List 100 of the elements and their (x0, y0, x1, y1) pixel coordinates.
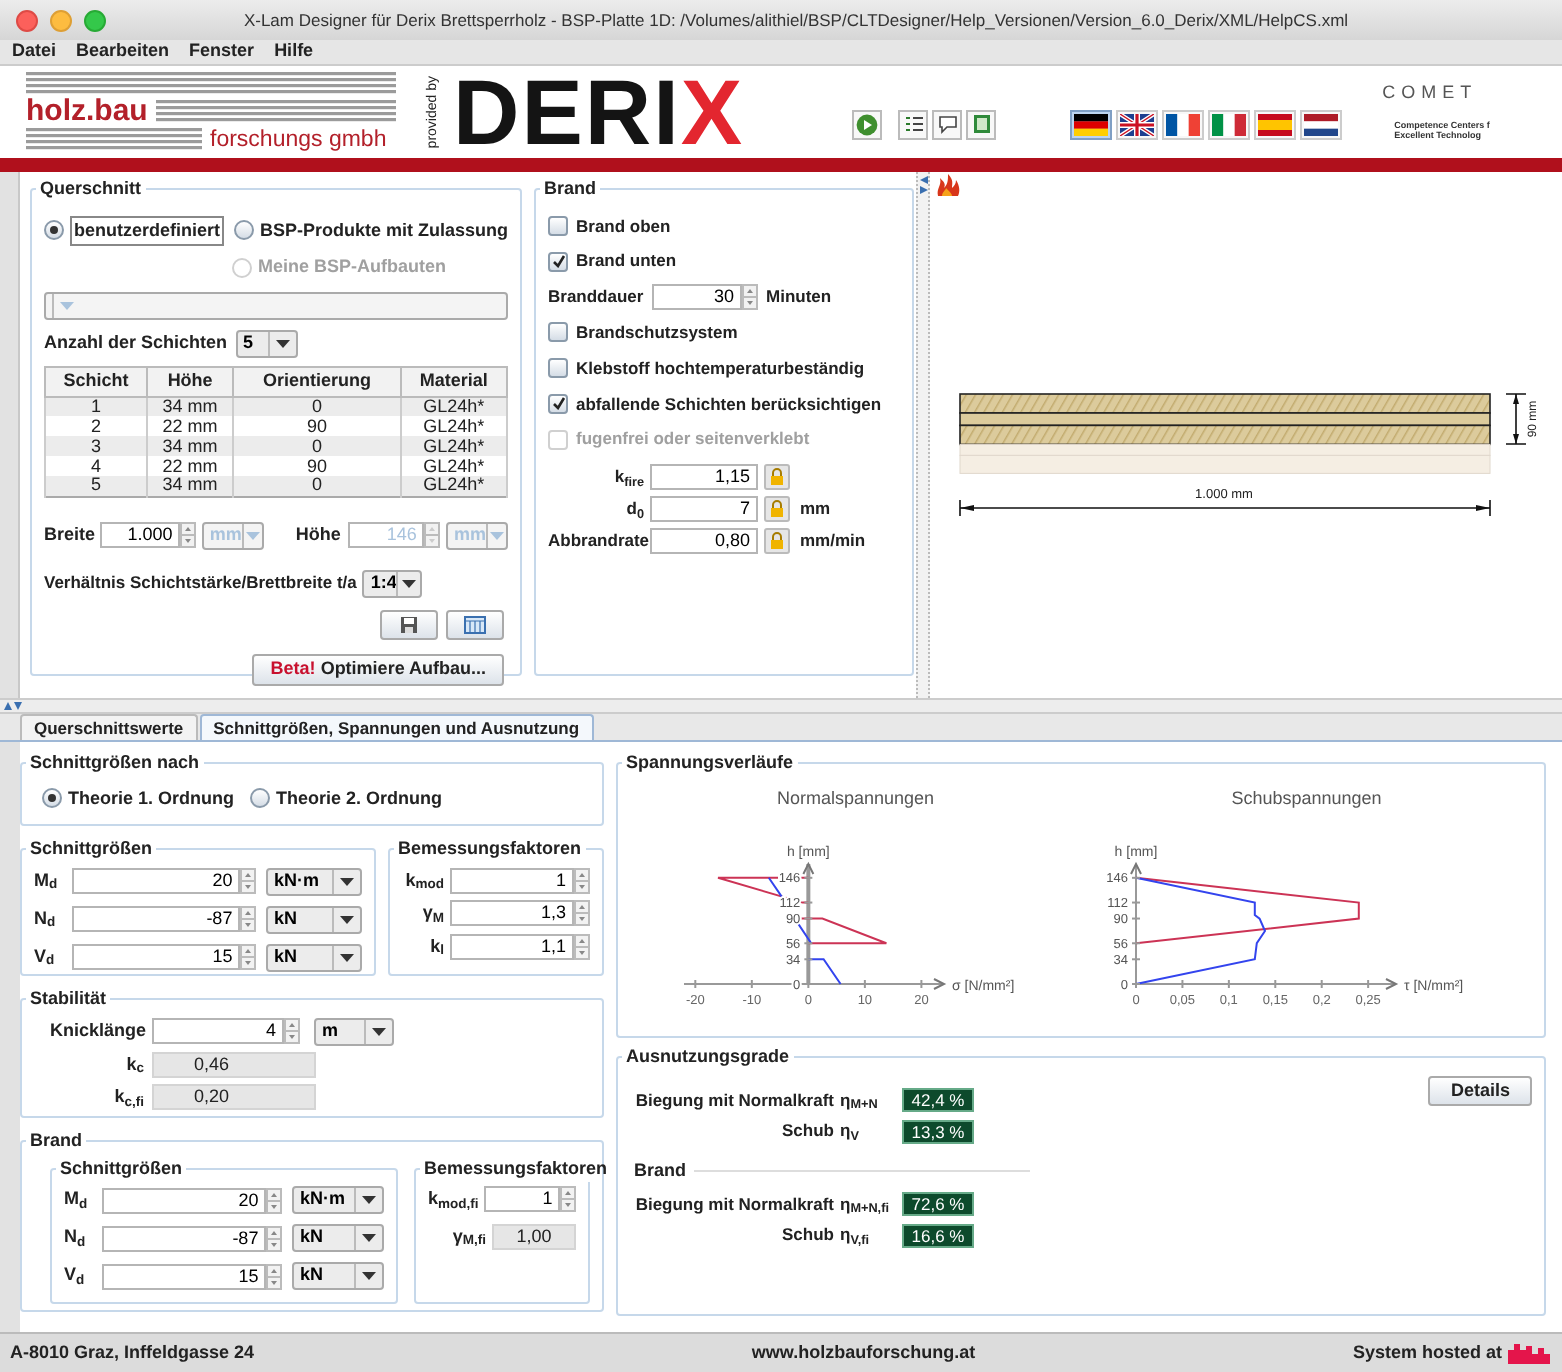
spinner-icon[interactable] (574, 867, 590, 894)
number-field[interactable]: 20 (72, 868, 241, 894)
number-field[interactable]: 4 (152, 1018, 284, 1044)
radio-button[interactable] (250, 788, 271, 809)
readout-value: 1,00 (492, 1223, 576, 1250)
caret-icon (60, 301, 74, 309)
symbol-label: γ$_{M,fi}$ (450, 1223, 487, 1250)
spinner-icon[interactable] (742, 284, 758, 310)
flag-button[interactable] (1070, 109, 1113, 139)
number-field[interactable]: 1,15 (650, 464, 758, 490)
dropdown[interactable]: m (314, 1017, 394, 1045)
flag-button[interactable] (1162, 109, 1205, 139)
number-field[interactable]: 30 (652, 284, 742, 310)
close-icon[interactable] (16, 9, 38, 31)
dropdown[interactable]: kN·m (292, 1186, 384, 1214)
number-field[interactable]: -87 (102, 1225, 267, 1251)
speech-bubble-button[interactable] (932, 109, 963, 139)
radio-button[interactable] (44, 220, 64, 241)
group-title: Brand (28, 1128, 85, 1154)
dropdown[interactable]: kN (292, 1224, 384, 1252)
spinner-icon[interactable] (266, 1225, 283, 1251)
menu-item[interactable]: Bearbeiten (76, 38, 170, 66)
collapse-arrows-icon[interactable] (4, 702, 24, 710)
number-field[interactable]: 20 (102, 1187, 267, 1213)
spinner-icon[interactable] (560, 1186, 577, 1213)
number-field[interactable]: 7 (650, 496, 758, 522)
menu-item[interactable]: Datei (12, 38, 57, 66)
checkbox[interactable] (548, 215, 568, 236)
maximize-icon[interactable] (84, 9, 106, 31)
sheet-button[interactable] (966, 109, 997, 139)
checkbox[interactable] (548, 358, 568, 379)
fire-icon[interactable] (936, 174, 960, 196)
spinner-icon[interactable] (180, 522, 197, 548)
holzbau-logo-subtext: forschungs gmbh (210, 128, 387, 152)
y-axis (802, 861, 815, 984)
dropdown[interactable]: kN·m (266, 867, 362, 895)
spinner-icon[interactable] (424, 522, 441, 548)
number-field[interactable]: 0,80 (650, 528, 758, 554)
menu-item[interactable]: Fenster (189, 38, 255, 66)
dropdown[interactable]: kN (292, 1262, 384, 1290)
number-field[interactable]: 1.000 (100, 522, 181, 548)
number-field[interactable]: 15 (72, 944, 241, 970)
spinner-icon[interactable] (574, 933, 590, 960)
collapse-arrows-icon[interactable] (919, 176, 927, 194)
checkbox[interactable] (548, 393, 568, 414)
status-link[interactable]: www.holzbauforschung.at (751, 1339, 976, 1367)
table-icon (464, 615, 486, 633)
symbol-label: M$_{d}$ (34, 867, 60, 895)
flag-button[interactable] (1300, 109, 1343, 139)
checkbox[interactable] (548, 322, 568, 343)
column-header: Höhe (146, 366, 234, 396)
column-header: Schicht (45, 366, 147, 396)
spinner-icon[interactable] (284, 1018, 300, 1044)
checkbox-label: Klebstoff hochtemperaturbeständig (576, 355, 865, 381)
flag-button[interactable] (1254, 109, 1297, 139)
spinner-icon[interactable] (240, 906, 257, 932)
number-field[interactable]: 1 (484, 1186, 561, 1213)
spinner-icon[interactable] (266, 1263, 283, 1289)
spinner-icon[interactable] (240, 944, 257, 970)
number-field[interactable]: 1,3 (450, 900, 574, 927)
radio-button[interactable] (234, 220, 255, 241)
number-field[interactable]: 1 (450, 867, 574, 894)
lock-icon[interactable] (764, 496, 790, 522)
group-title: Bemessungsfaktoren (396, 836, 584, 862)
details-button[interactable]: Details (1428, 1075, 1532, 1105)
number-field[interactable]: 1,1 (450, 933, 574, 960)
save-button[interactable] (380, 609, 438, 639)
number-field[interactable]: 15 (102, 1263, 267, 1289)
symbol-label: k$_{c}$ (124, 1051, 144, 1078)
result-value: 13,3 % (902, 1119, 974, 1144)
result-label: Schub (780, 1118, 834, 1144)
field-label: Verhältnis Schichtstärke/Brettbreite t/a (44, 570, 357, 596)
number-field[interactable]: -87 (72, 906, 241, 932)
dropdown[interactable]: kN (266, 905, 362, 933)
spinner-icon[interactable] (574, 900, 590, 927)
field-label: Abbrandrate (548, 528, 644, 554)
spinner-icon[interactable] (240, 868, 257, 894)
dropdown[interactable]: 5 (235, 329, 298, 357)
caret-icon (340, 953, 354, 961)
play-button[interactable] (852, 109, 883, 139)
spinner-icon[interactable] (266, 1187, 283, 1213)
optimize-button[interactable]: Beta! Optimiere Aufbau... (252, 653, 504, 685)
checklist-icon (903, 114, 924, 134)
tab[interactable]: Querschnittswerte (20, 714, 198, 740)
table-button[interactable] (446, 609, 504, 639)
menu-item[interactable]: Hilfe (274, 38, 314, 66)
tab[interactable]: Schnittgrößen, Spannungen und Ausnutzung (199, 714, 594, 740)
flag-button[interactable] (1116, 109, 1159, 139)
lock-icon[interactable] (764, 528, 790, 554)
checklist-button[interactable] (898, 109, 929, 139)
minimize-icon[interactable] (50, 9, 72, 31)
field-label: d$_{0}$ (624, 496, 644, 522)
radio-button[interactable] (42, 788, 62, 809)
dropdown[interactable]: kN (266, 943, 362, 971)
field-label: k$_{fire}$ (612, 464, 644, 490)
checkbox[interactable] (548, 251, 568, 272)
lock-icon[interactable] (764, 464, 790, 490)
dropdown[interactable]: 1:4 (362, 569, 423, 597)
stripes-icon (155, 100, 396, 124)
column-header: Orientierung (233, 366, 401, 396)
